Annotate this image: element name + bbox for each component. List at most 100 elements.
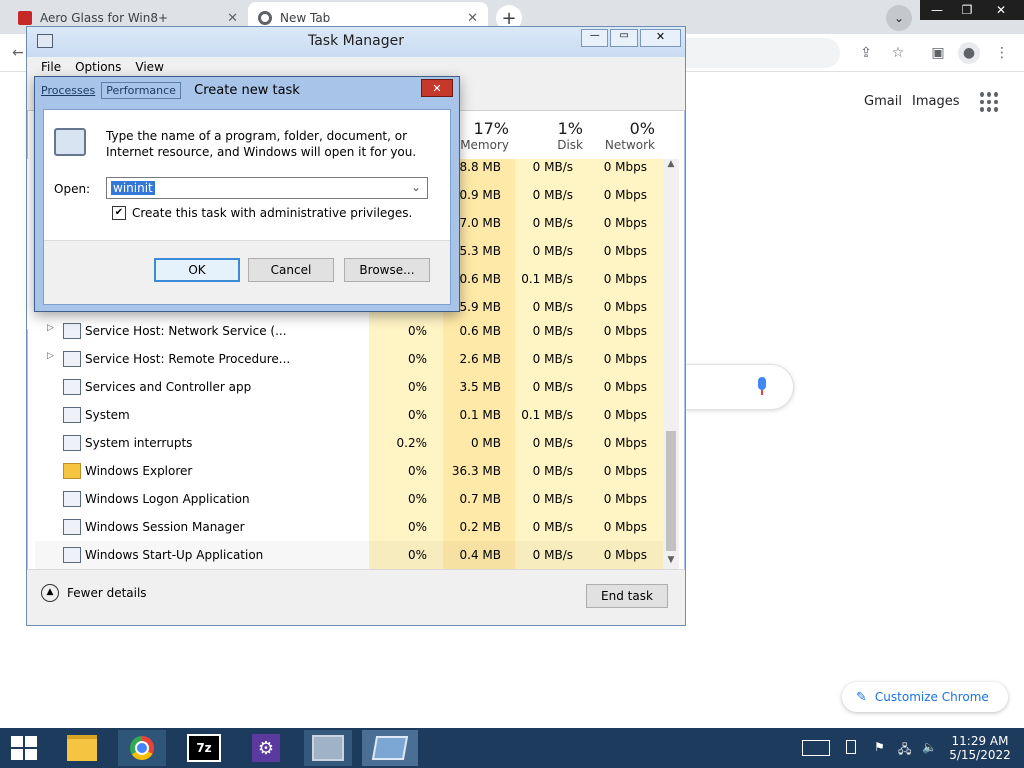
table-row[interactable]: ▷ Service Host: Remote Procedure... 0% 2.6 … xyxy=(35,345,665,373)
maximize-icon[interactable]: ▭ xyxy=(610,29,638,47)
microphone-icon[interactable] xyxy=(756,377,768,397)
cpu-cell: 0% xyxy=(407,492,427,506)
disk-cell: 0 MB/s xyxy=(532,352,573,366)
cpu-cell: 0% xyxy=(407,352,427,366)
tab-search-chevron-icon[interactable]: ⌄ xyxy=(886,5,912,31)
browse-button[interactable]: Browse... xyxy=(344,258,430,282)
restore-icon[interactable]: ❐ xyxy=(952,0,982,20)
admin-checkbox[interactable]: ✔ xyxy=(112,206,126,220)
menu-view[interactable]: View xyxy=(135,60,163,74)
task-manager-titlebar[interactable]: Task Manager — ▭ ✕ xyxy=(27,27,685,57)
search-box[interactable] xyxy=(686,364,794,410)
volume-muted-icon[interactable]: 🔈 xyxy=(922,740,937,754)
network-cell: 0 Mbps xyxy=(603,272,647,286)
disk-cell: 0 MB/s xyxy=(532,244,573,258)
table-row[interactable]: Windows Session Manager 0% 0.2 MB 0 MB/s 0 M… xyxy=(35,513,665,541)
end-task-button[interactable]: End task xyxy=(586,584,668,608)
tab-title: New Tab xyxy=(280,11,331,25)
process-name: Services and Controller app xyxy=(85,380,252,394)
expand-chevron-icon[interactable]: ▷ xyxy=(47,351,54,361)
ok-button[interactable]: OK xyxy=(154,258,240,282)
network-icon[interactable]: 🖧 xyxy=(898,740,911,761)
disk-percent: 1% xyxy=(557,119,583,138)
network-cell: 0 Mbps xyxy=(603,244,647,258)
table-row[interactable]: Services and Controller app 0% 3.5 MB 0 MB/… xyxy=(35,373,665,401)
dialog-title: Create new task xyxy=(194,83,300,98)
admin-checkbox-row[interactable]: ✔ Create this task with administrative p… xyxy=(112,206,412,220)
gmail-link[interactable]: Gmail xyxy=(864,94,902,109)
network-cell: 0 Mbps xyxy=(603,216,647,230)
scroll-up-icon[interactable]: ▲ xyxy=(663,159,679,173)
gear-icon xyxy=(63,351,81,367)
7zip-icon[interactable]: 7z xyxy=(180,730,228,766)
images-link[interactable]: Images xyxy=(912,94,960,109)
table-row[interactable]: Windows Start-Up Application 0% 0.4 MB 0 MB… xyxy=(35,541,665,569)
disk-cell: 0 MB/s xyxy=(532,300,573,314)
fewer-details-button[interactable]: ▲ Fewer details xyxy=(41,584,147,602)
close-icon[interactable]: ✕ xyxy=(639,29,681,47)
table-row[interactable]: System 0% 0.1 MB 0.1 MB/s 0 Mbps xyxy=(35,401,665,429)
action-center-flag-icon[interactable]: ⚑ xyxy=(874,740,885,754)
dialog-body: Type the name of a program, folder, docu… xyxy=(43,109,451,305)
memory-cell: 7.0 MB xyxy=(459,216,501,230)
process-icon xyxy=(63,547,81,563)
menu-file[interactable]: File xyxy=(41,60,61,74)
run-dialog-icon[interactable] xyxy=(362,730,418,766)
tab-close-icon[interactable]: ✕ xyxy=(467,11,478,26)
cpu-cell: 0% xyxy=(407,408,427,422)
table-row[interactable]: Windows Logon Application 0% 0.7 MB 0 MB/s 0… xyxy=(35,485,665,513)
scrollbar-thumb[interactable] xyxy=(666,431,676,551)
run-program-icon xyxy=(54,128,86,156)
combobox-chevron-down-icon[interactable]: ⌄ xyxy=(411,180,421,194)
network-cell: 0 Mbps xyxy=(603,300,647,314)
table-row[interactable]: Windows Explorer 0% 36.3 MB 0 MB/s 0 Mbps xyxy=(35,457,665,485)
apps-grid-icon[interactable] xyxy=(980,92,1000,112)
dialog-close-icon[interactable]: ✕ xyxy=(421,79,453,97)
memory-cell: 0 MB xyxy=(470,436,501,450)
back-icon[interactable]: ← xyxy=(8,43,28,63)
scrollbar[interactable]: ▲ ▼ xyxy=(663,159,679,569)
profile-icon[interactable]: ● xyxy=(958,42,980,64)
task-manager-menubar: File Options View xyxy=(27,57,685,77)
star-icon[interactable]: ☆ xyxy=(888,43,908,63)
column-header-disk[interactable]: 1% Disk xyxy=(517,119,583,152)
cancel-button[interactable]: Cancel xyxy=(248,258,334,282)
task-manager-icon[interactable] xyxy=(304,730,352,766)
customize-label: Customize Chrome xyxy=(874,690,989,704)
minimize-icon[interactable]: — xyxy=(922,0,952,20)
cpu-cell: 0.2% xyxy=(396,436,428,450)
task-manager-window-controls: — ▭ ✕ xyxy=(581,29,681,47)
network-cell: 0 Mbps xyxy=(603,380,647,394)
scroll-down-icon[interactable]: ▼ xyxy=(663,555,679,569)
expand-chevron-icon[interactable]: ▷ xyxy=(47,323,54,333)
battery-icon[interactable] xyxy=(846,740,856,754)
customize-chrome-button[interactable]: ✎ Customize Chrome xyxy=(842,682,1008,712)
close-icon[interactable]: ✕ xyxy=(986,0,1016,20)
menu-icon[interactable]: ⋮ xyxy=(992,43,1012,63)
column-header-network[interactable]: 0% Network xyxy=(589,119,655,152)
chrome-icon[interactable] xyxy=(118,730,166,766)
table-row[interactable]: System interrupts 0.2% 0 MB 0 MB/s 0 Mbps xyxy=(35,429,665,457)
clock[interactable]: 11:29 AM 5/15/2022 xyxy=(940,734,1020,762)
process-icon xyxy=(63,407,81,423)
memory-cell: 5.9 MB xyxy=(459,300,501,314)
share-icon[interactable]: ⇪ xyxy=(856,43,876,63)
file-explorer-icon[interactable] xyxy=(58,730,106,766)
tab-close-icon[interactable]: ✕ xyxy=(227,11,238,26)
open-input-value[interactable]: wininit xyxy=(111,181,155,195)
open-combobox[interactable]: wininit ⌄ xyxy=(106,177,428,199)
network-cell: 0 Mbps xyxy=(603,188,647,202)
memory-cell: 8.8 MB xyxy=(459,160,501,174)
table-row[interactable]: ▷ Service Host: Network Service (... 0% 0.6… xyxy=(35,317,665,345)
process-name: Service Host: Network Service (... xyxy=(85,324,287,338)
menu-options[interactable]: Options xyxy=(75,60,121,74)
minimize-icon[interactable]: — xyxy=(581,29,609,47)
sidebar-icon[interactable]: ▣ xyxy=(928,43,948,63)
network-cell: 0 Mbps xyxy=(603,436,647,450)
disk-cell: 0 MB/s xyxy=(532,216,573,230)
settings-icon[interactable]: ⚙ xyxy=(242,730,290,766)
tab-favicon-icon xyxy=(18,11,32,25)
keyboard-icon[interactable] xyxy=(802,740,830,756)
start-icon[interactable] xyxy=(0,730,48,766)
disk-cell: 0 MB/s xyxy=(532,160,573,174)
